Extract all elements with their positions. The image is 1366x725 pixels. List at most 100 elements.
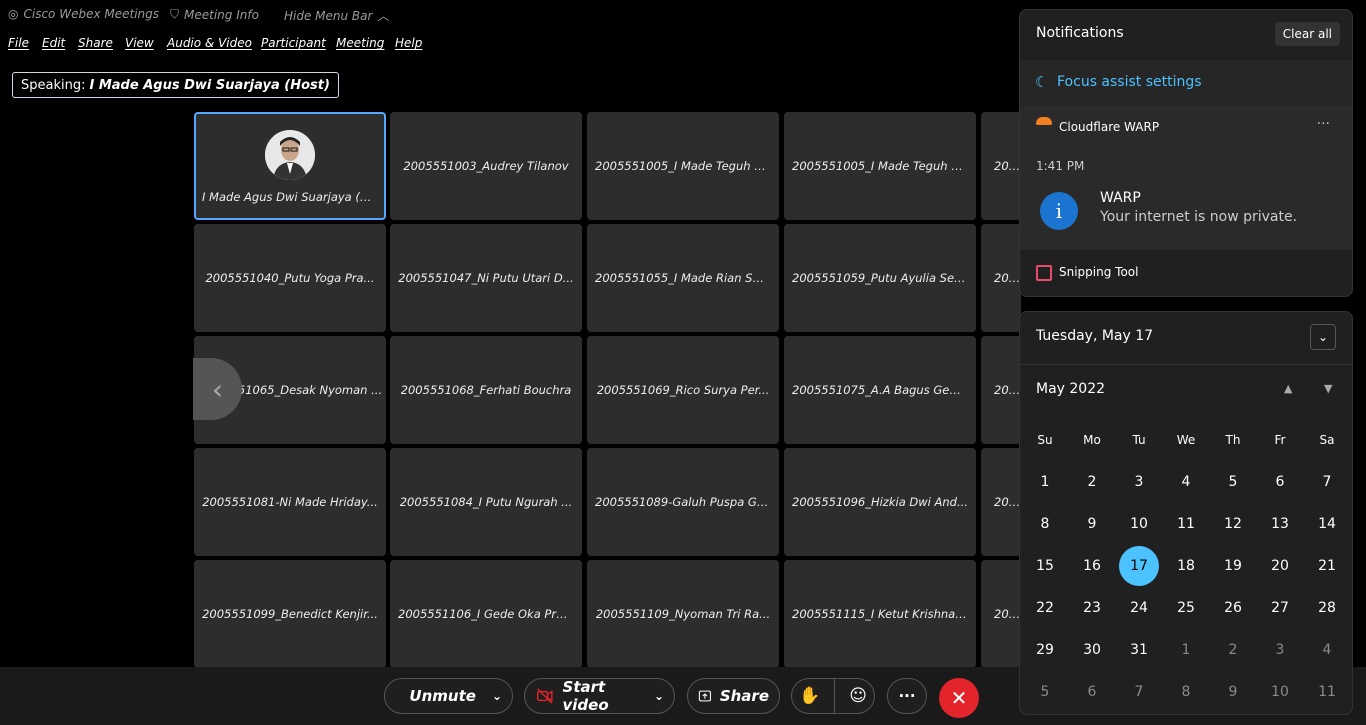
participant-tile[interactable]: 2005551055_I Made Rian Sup...: [587, 224, 779, 332]
calendar-day[interactable]: 1: [1166, 630, 1206, 670]
participant-tile[interactable]: 2005551005_I Made Teguh A...: [784, 112, 976, 220]
participant-tile[interactable]: 2005551115_I Ketut Krishna ...: [784, 560, 976, 668]
calendar-day[interactable]: 22: [1025, 588, 1065, 628]
close-icon: ✕: [950, 686, 968, 710]
calendar-day[interactable]: 6: [1260, 462, 1300, 502]
calendar-day[interactable]: 11: [1307, 672, 1347, 712]
calendar-day[interactable]: 3: [1119, 462, 1159, 502]
menu-participant[interactable]: Participant: [261, 36, 326, 50]
calendar-day[interactable]: 29: [1025, 630, 1065, 670]
calendar-day[interactable]: 2: [1072, 462, 1112, 502]
participant-tile[interactable]: 2005551106_I Gede Oka Prad...: [390, 560, 582, 668]
calendar-day[interactable]: 10: [1260, 672, 1300, 712]
participant-tile[interactable]: 2005551005_I Made Teguh A...: [587, 112, 779, 220]
participant-tile[interactable]: 2005551084_I Putu Ngurah ...: [390, 448, 582, 556]
participant-name: 2005551069_Rico Surya Per...: [596, 383, 770, 397]
divider: [834, 678, 836, 714]
calendar-day[interactable]: 1: [1025, 462, 1065, 502]
calendar-day[interactable]: 19: [1213, 546, 1253, 586]
calendar-day[interactable]: 23: [1072, 588, 1112, 628]
calendar-day[interactable]: 7: [1119, 672, 1159, 712]
participant-tile[interactable]: 2005551089-Galuh Puspa Gita: [587, 448, 779, 556]
calendar-day[interactable]: 5: [1213, 462, 1253, 502]
calendar-day[interactable]: 5: [1025, 672, 1065, 712]
calendar-day[interactable]: 30: [1072, 630, 1112, 670]
calendar-day[interactable]: 24: [1119, 588, 1159, 628]
calendar-day[interactable]: 9: [1072, 504, 1112, 544]
calendar-day[interactable]: 6: [1072, 672, 1112, 712]
calendar-day[interactable]: 28: [1307, 588, 1347, 628]
chevron-down-icon[interactable]: ⌄: [654, 689, 664, 703]
calendar-day[interactable]: 8: [1166, 672, 1206, 712]
meeting-info-button[interactable]: ⛉ Meeting Info: [170, 7, 259, 22]
participant-tile[interactable]: 2005551075_A.A Bagus Gede ...: [784, 336, 976, 444]
snipping-tool-notification[interactable]: Snipping Tool: [1020, 251, 1352, 296]
menu-audio-video[interactable]: Audio & Video: [167, 36, 252, 50]
calendar-day[interactable]: 27: [1260, 588, 1300, 628]
calendar-day[interactable]: 8: [1025, 504, 1065, 544]
calendar-day[interactable]: 3: [1260, 630, 1300, 670]
calendar-day[interactable]: 18: [1166, 546, 1206, 586]
participant-tile[interactable]: 2005551059_Putu Ayulia Seti...: [784, 224, 976, 332]
focus-assist-row[interactable]: ☾ Focus assist settings: [1020, 60, 1352, 106]
clear-all-button[interactable]: Clear all: [1274, 22, 1340, 46]
calendar-day[interactable]: 13: [1260, 504, 1300, 544]
participant-tile-host[interactable]: I Made Agus Dwi Suarjaya (Host): [194, 112, 386, 220]
participant-tile[interactable]: 2005: [981, 560, 1021, 668]
warp-notification[interactable]: Cloudflare WARP ··· 1:41 PM i WARP Your …: [1020, 106, 1352, 250]
menu-file[interactable]: File: [8, 36, 29, 50]
participant-tile[interactable]: 2005551068_Ferhati Bouchra: [390, 336, 582, 444]
participant-tile[interactable]: 2005: [981, 336, 1021, 444]
chevron-down-icon[interactable]: ⌄: [492, 689, 502, 703]
reactions-group: ✋ ☺: [791, 678, 875, 714]
calendar-month[interactable]: May 2022: [1036, 381, 1105, 397]
participant-tile[interactable]: 2005: [981, 112, 1021, 220]
calendar-day[interactable]: 16: [1072, 546, 1112, 586]
participant-name: I Made Agus Dwi Suarjaya (Host): [202, 190, 378, 204]
participant-tile[interactable]: 2005: [981, 448, 1021, 556]
participant-tile[interactable]: 2005: [981, 224, 1021, 332]
raise-hand-icon[interactable]: ✋: [799, 686, 820, 706]
reactions-icon[interactable]: ☺: [849, 686, 867, 706]
participant-tile[interactable]: 2005551081-Ni Made Hriday...: [194, 448, 386, 556]
participant-tile[interactable]: 2005551047_Ni Putu Utari D...: [390, 224, 582, 332]
previous-month-button[interactable]: ▲: [1284, 382, 1292, 395]
menu-view[interactable]: View: [125, 36, 154, 50]
start-video-button[interactable]: Start video ⌄: [524, 678, 675, 714]
participant-tile[interactable]: 2005551099_Benedict Kenjir...: [194, 560, 386, 668]
participant-tile[interactable]: 2005551096_Hizkia Dwi And...: [784, 448, 976, 556]
calendar-day[interactable]: 12: [1213, 504, 1253, 544]
calendar-day[interactable]: 9: [1213, 672, 1253, 712]
more-options-button[interactable]: ···: [887, 678, 927, 714]
calendar-day[interactable]: 31: [1119, 630, 1159, 670]
calendar-day[interactable]: 25: [1166, 588, 1206, 628]
calendar-day[interactable]: 26: [1213, 588, 1253, 628]
calendar-day[interactable]: 20: [1260, 546, 1300, 586]
participant-tile[interactable]: 2005551040_Putu Yoga Pra...: [194, 224, 386, 332]
menu-help[interactable]: Help: [395, 36, 422, 50]
calendar-day[interactable]: 10: [1119, 504, 1159, 544]
calendar-day[interactable]: 4: [1307, 630, 1347, 670]
collapse-calendar-button[interactable]: ⌄: [1310, 324, 1336, 350]
share-button[interactable]: Share: [687, 678, 780, 714]
unmute-button[interactable]: Unmute ⌄: [384, 678, 513, 714]
menu-share[interactable]: Share: [78, 36, 113, 50]
participant-tile[interactable]: 2005551003_Audrey Tilanov: [390, 112, 582, 220]
next-month-button[interactable]: ▼: [1324, 382, 1332, 395]
calendar-day[interactable]: 11: [1166, 504, 1206, 544]
calendar-day[interactable]: 7: [1307, 462, 1347, 502]
calendar-day[interactable]: 14: [1307, 504, 1347, 544]
participant-tile[interactable]: 2005551109_Nyoman Tri Ra...: [587, 560, 779, 668]
calendar-day[interactable]: 15: [1025, 546, 1065, 586]
calendar-day[interactable]: 17: [1119, 546, 1159, 586]
participant-tile[interactable]: 2005551069_Rico Surya Per...: [587, 336, 779, 444]
calendar-day[interactable]: 4: [1166, 462, 1206, 502]
participant-name: 2005551084_I Putu Ngurah ...: [399, 495, 573, 509]
calendar-day[interactable]: 21: [1307, 546, 1347, 586]
more-icon[interactable]: ···: [1317, 116, 1330, 132]
calendar-day[interactable]: 2: [1213, 630, 1253, 670]
menu-meeting[interactable]: Meeting: [336, 36, 384, 50]
menu-edit[interactable]: Edit: [42, 36, 65, 50]
leave-meeting-button[interactable]: ✕: [939, 678, 979, 718]
hide-menu-bar-button[interactable]: Hide Menu Bar ︿: [284, 7, 389, 24]
